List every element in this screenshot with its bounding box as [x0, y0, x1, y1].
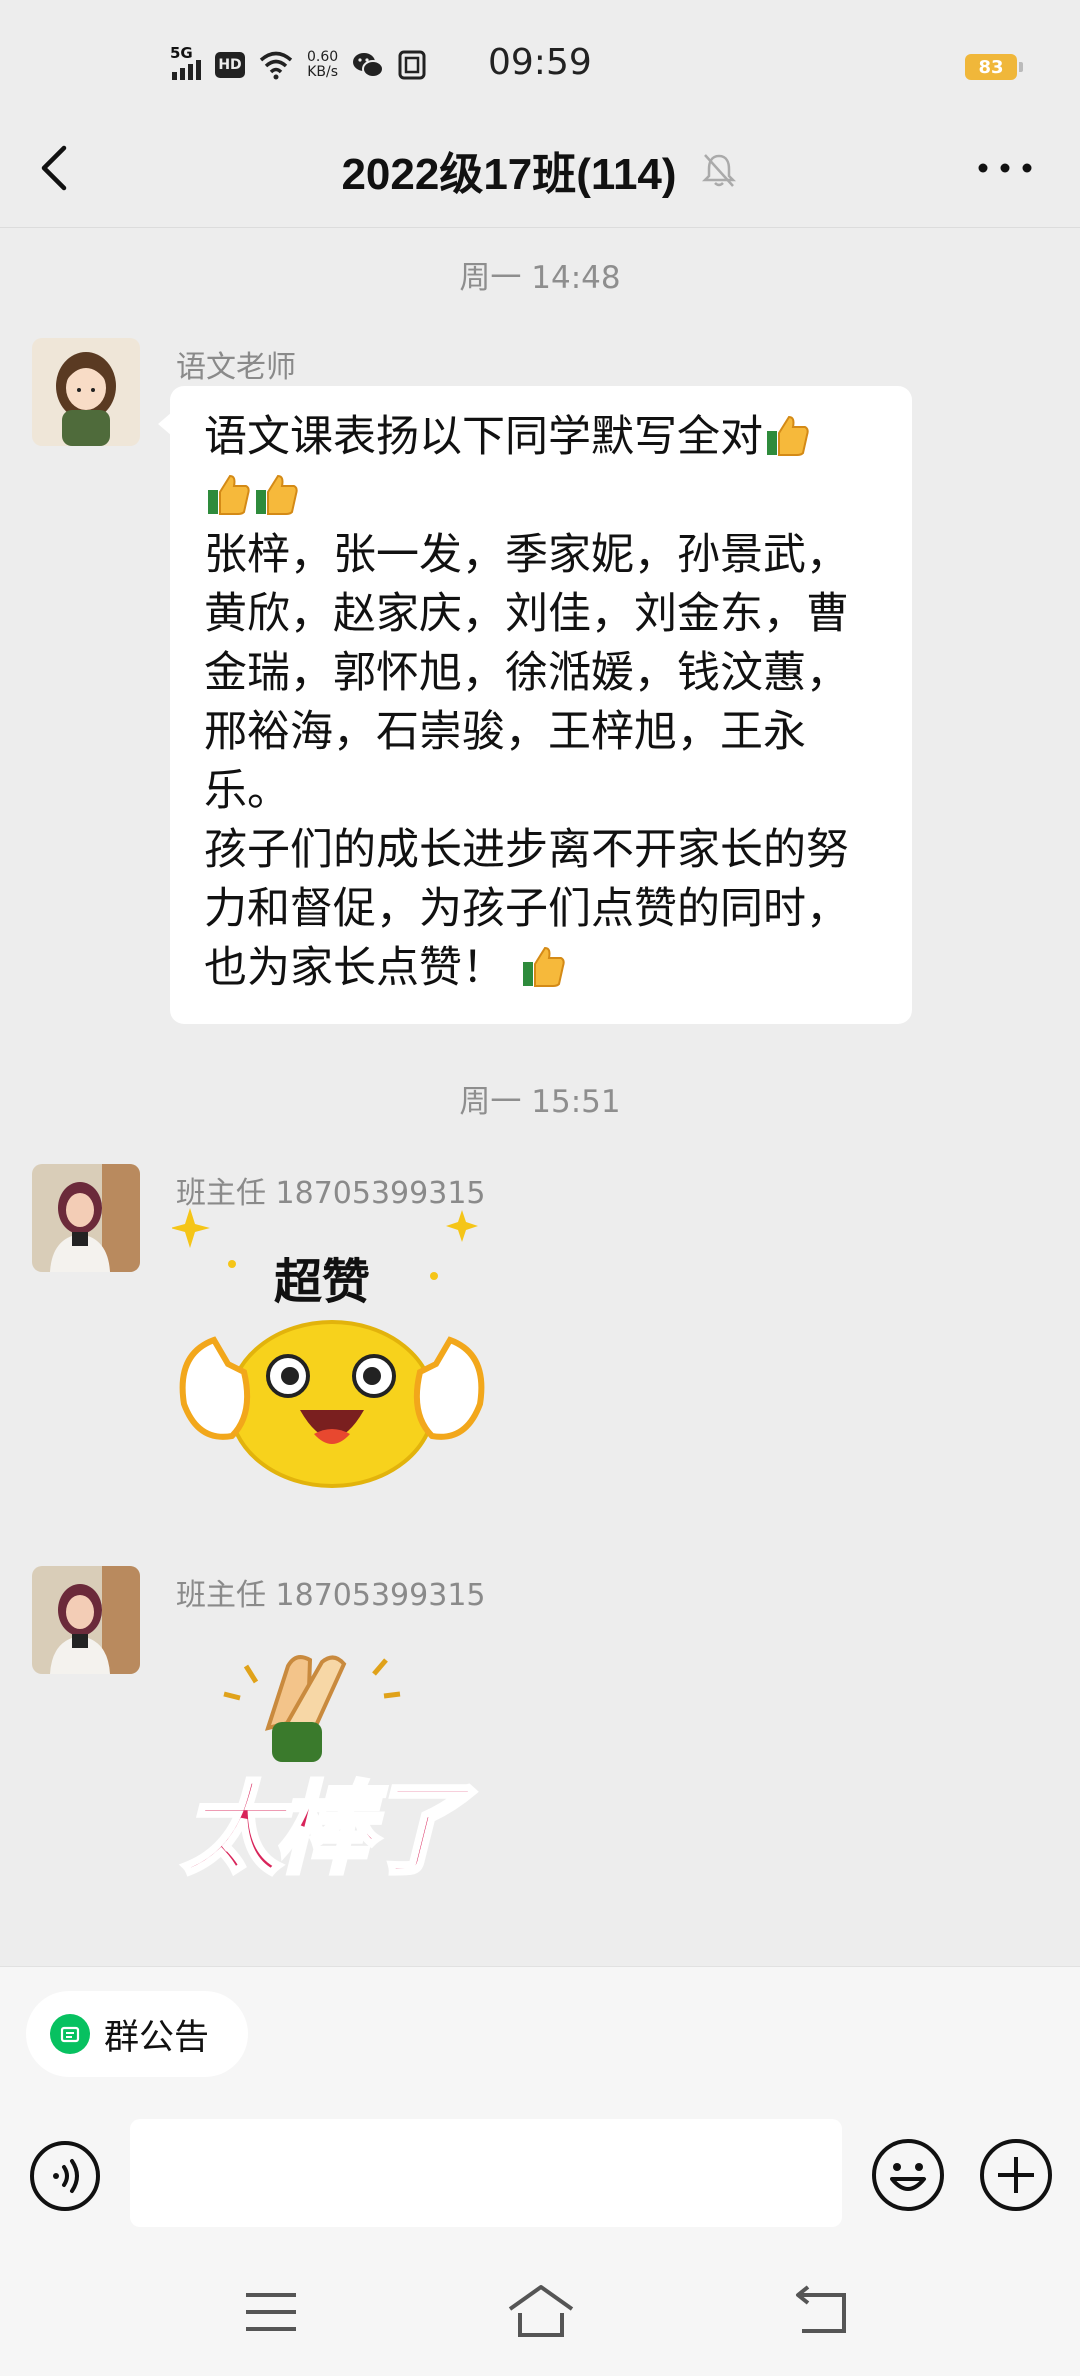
message-line: 邢裕海，石崇骏，王梓旭，王永	[204, 707, 806, 757]
sticker-super-like[interactable]: 超赞	[170, 1204, 492, 1492]
message-line: 孩子们的成长进步离不开家长的努	[204, 825, 849, 875]
plus-icon[interactable]	[978, 2137, 1054, 2213]
signal-icon: 5G	[170, 44, 201, 80]
message-timestamp: 周一 15:51	[459, 1084, 621, 1120]
sticker-caption: 太棒了	[180, 1769, 468, 1890]
message-line: 语文课表扬以下同学默写全对	[204, 408, 888, 467]
message-line: 力和督促，为孩子们点赞的同时，	[204, 884, 849, 934]
group-notice-label: 群公告	[104, 2017, 210, 2058]
sticker-awesome[interactable]: 太棒了	[172, 1622, 492, 1902]
voice-input-icon[interactable]	[28, 2139, 102, 2213]
message-line: 乐。	[204, 766, 290, 816]
message-line: 也为家长点赞！	[204, 939, 888, 998]
title-group: 2022级17班(114)	[0, 138, 1080, 202]
message-line	[204, 467, 888, 526]
app-notification-icon	[398, 50, 426, 80]
thumbs-up-emoji-icon	[522, 946, 565, 987]
net-speed-unit: KB/s	[307, 64, 338, 80]
more-options-icon[interactable]	[970, 136, 1040, 200]
chat-title[interactable]: 2022级17班(114)	[341, 138, 676, 202]
wechat-icon	[353, 53, 385, 78]
wifi-icon	[259, 51, 293, 80]
status-time: 09:59	[488, 42, 592, 83]
status-icons: 5G HD 0.60 KB/s	[170, 44, 426, 86]
message-timestamp: 周一 14:48	[459, 260, 621, 296]
hd-icon: HD	[215, 52, 245, 78]
nav-home-icon[interactable]	[506, 2283, 576, 2339]
nav-menu-icon[interactable]	[240, 2289, 302, 2335]
battery-indicator: 83	[965, 54, 1023, 80]
message-line: 金瑞，郭怀旭，徐湉媛，钱汶蕙，	[204, 648, 849, 698]
avatar-head-teacher[interactable]	[32, 1566, 140, 1674]
net-speed-value: 0.60	[307, 49, 339, 65]
network-type: 5G	[170, 44, 193, 62]
net-speed: 0.60 KB/s	[307, 50, 338, 80]
emoji-icon[interactable]	[870, 2137, 946, 2213]
message-input[interactable]	[130, 2119, 842, 2227]
message-line: 张梓，张一发，季家妮，孙景武，	[204, 530, 849, 580]
notice-icon	[50, 2014, 90, 2054]
thumbs-up-emoji-icon	[767, 415, 809, 456]
message-text: 也为家长点赞！	[204, 943, 505, 993]
thumbs-up-emoji-icon	[256, 474, 298, 515]
message-text: 语文课表扬以下同学默写全对	[204, 412, 763, 462]
avatar-head-teacher[interactable]	[32, 1164, 140, 1272]
mute-bell-icon	[701, 154, 736, 187]
message-line: 黄欣，赵家庆，刘佳，刘金东，曹	[204, 589, 849, 639]
sender-name: 班主任 18705399315	[176, 1578, 486, 1613]
group-notice-button[interactable]: 群公告	[26, 1991, 248, 2077]
chat-input-panel: 群公告	[0, 1966, 1080, 2376]
avatar-chinese-teacher[interactable]	[32, 338, 140, 446]
nav-back-icon[interactable]	[792, 2285, 854, 2337]
sticker-caption: 超赞	[274, 1254, 371, 1310]
chat-header: 2022级17班(114)	[0, 110, 1080, 228]
message-bubble[interactable]: 语文课表扬以下同学默写全对 张梓，张一发，季家妮，孙景武， 黄欣，赵家庆，刘佳，…	[158, 386, 912, 1024]
sender-name: 语文老师	[176, 350, 296, 385]
thumbs-up-emoji-icon	[208, 474, 250, 515]
